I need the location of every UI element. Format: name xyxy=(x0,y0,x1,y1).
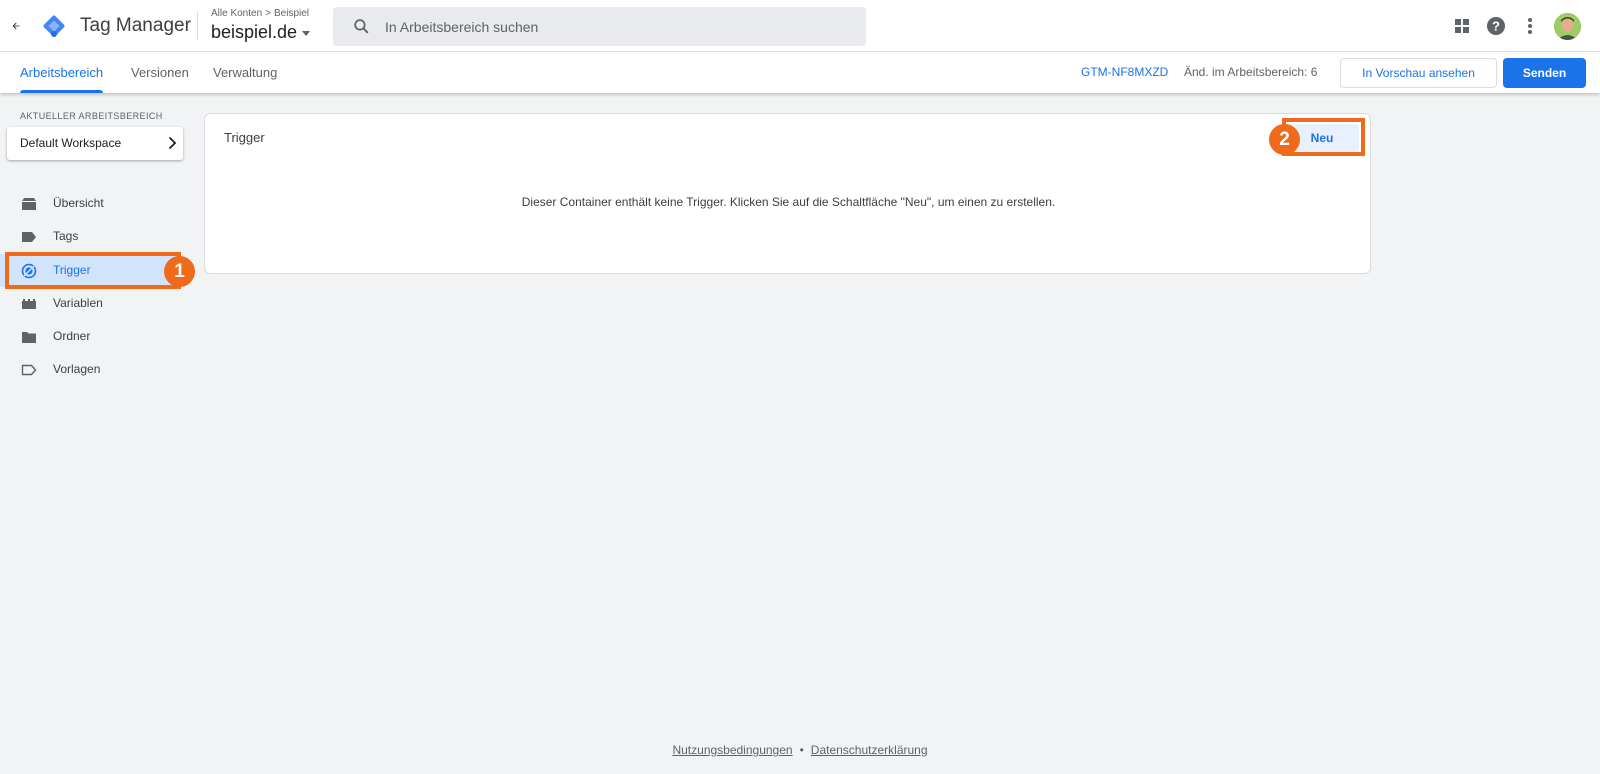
app-title: Tag Manager xyxy=(80,15,191,36)
apps-grid-icon[interactable] xyxy=(1452,16,1472,36)
breadcrumb-account[interactable]: Alle Konten xyxy=(211,8,262,19)
search-bar[interactable] xyxy=(333,7,866,46)
tab-admin[interactable]: Verwaltung xyxy=(213,52,277,93)
step2-badge: 2 xyxy=(1269,124,1300,155)
dropdown-caret-icon xyxy=(302,30,311,36)
container-selector[interactable]: beispiel.de xyxy=(211,22,311,43)
avatar[interactable] xyxy=(1554,13,1581,40)
workspace-selector[interactable]: Default Workspace xyxy=(7,127,183,160)
template-icon xyxy=(21,364,37,376)
sidebar-item-label: Tags xyxy=(53,229,79,243)
terms-link[interactable]: Nutzungsbedingungen xyxy=(672,743,792,757)
header-divider xyxy=(197,12,198,40)
top-app-bar: Tag Manager Alle Konten > Beispiel beispie… xyxy=(0,0,1600,52)
breadcrumb-separator: > xyxy=(265,8,271,19)
tag-manager-logo[interactable] xyxy=(40,12,68,40)
container-id-link[interactable]: GTM-NF8MXZD xyxy=(1081,65,1168,79)
chevron-right-icon xyxy=(168,136,177,150)
submit-button[interactable]: Senden xyxy=(1503,58,1586,88)
variables-icon xyxy=(22,299,36,309)
secondary-nav: Arbeitsbereich Versionen Verwaltung GTM-… xyxy=(0,52,1600,93)
folder-icon xyxy=(22,332,36,343)
help-icon[interactable]: ? xyxy=(1486,16,1506,36)
trigger-list-card: Trigger Neu Dieser Container enthält kei… xyxy=(204,113,1371,274)
container-name: beispiel.de xyxy=(211,22,298,42)
empty-state-message: Dieser Container enthält keine Trigger. … xyxy=(521,195,1056,209)
svg-text:?: ? xyxy=(1492,19,1500,34)
sidebar-item-label: Übersicht xyxy=(53,196,104,210)
footer: Nutzungsbedingungen • Datenschutzerklärung xyxy=(0,743,1600,757)
avatar-image xyxy=(1554,13,1581,40)
workspace-changes-count: Änd. im Arbeitsbereich: 6 xyxy=(1184,65,1318,79)
tab-versions[interactable]: Versionen xyxy=(131,52,189,93)
preview-button[interactable]: In Vorschau ansehen xyxy=(1340,58,1497,88)
search-input[interactable] xyxy=(385,7,855,46)
tab-workspace[interactable]: Arbeitsbereich xyxy=(20,52,104,93)
sidebar-item-variables[interactable]: Variablen xyxy=(0,287,180,320)
card-title: Trigger xyxy=(224,130,265,145)
back-arrow-icon[interactable] xyxy=(6,16,26,36)
step1-highlight-box xyxy=(5,252,181,289)
search-icon xyxy=(354,19,369,34)
sidebar-item-label: Variablen xyxy=(53,296,103,310)
sidebar-item-tags[interactable]: Tags xyxy=(0,220,180,253)
more-vert-icon[interactable] xyxy=(1520,16,1540,36)
workspace-label: AKTUELLER ARBEITSBEREICH xyxy=(20,111,163,121)
step1-badge: 1 xyxy=(164,256,195,287)
breadcrumb[interactable]: Alle Konten > Beispiel xyxy=(211,8,309,19)
overview-icon xyxy=(22,198,36,210)
sidebar-item-folders[interactable]: Ordner xyxy=(0,320,180,353)
privacy-link[interactable]: Datenschutzerklärung xyxy=(811,743,928,757)
tag-icon xyxy=(22,232,36,242)
breadcrumb-current[interactable]: Beispiel xyxy=(274,8,309,19)
sidebar-item-label: Ordner xyxy=(53,329,91,343)
sidebar-item-label: Vorlagen xyxy=(53,362,101,376)
sidebar-item-overview[interactable]: Übersicht xyxy=(0,187,180,220)
workspace-name: Default Workspace xyxy=(20,136,122,150)
sidebar-item-templates[interactable]: Vorlagen xyxy=(0,353,180,386)
footer-separator: • xyxy=(799,743,804,757)
